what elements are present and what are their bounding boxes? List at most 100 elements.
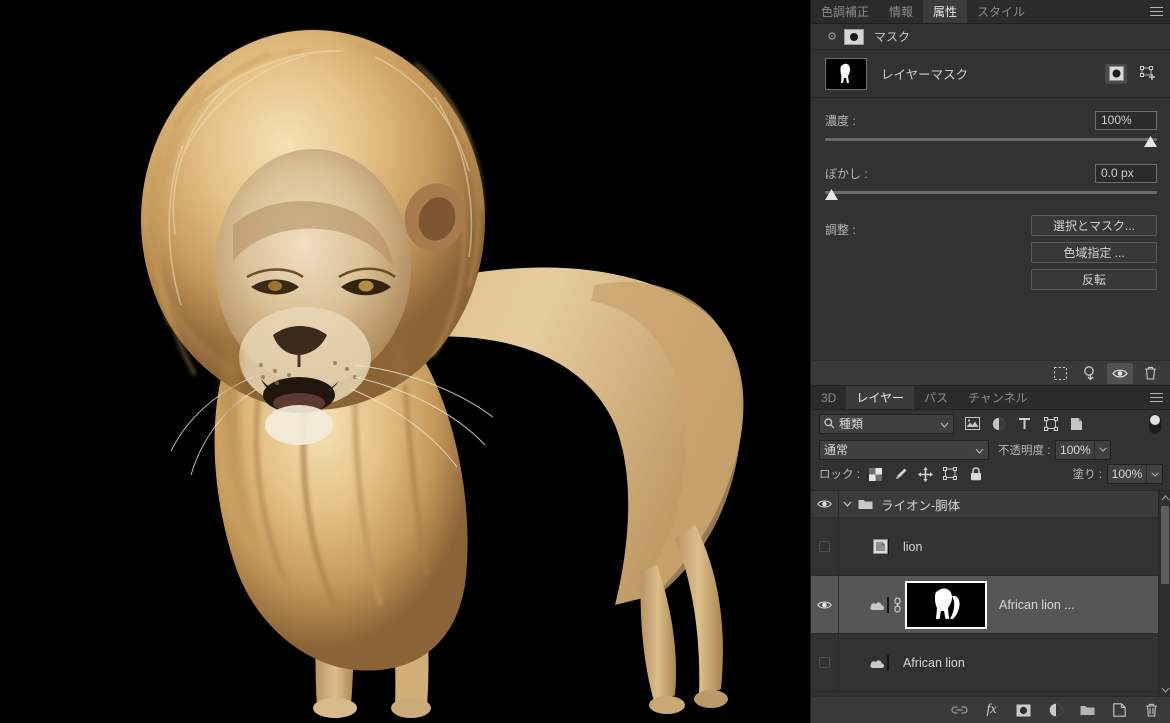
lion-cutout-thumbnail[interactable] [873, 538, 889, 555]
smart-object-badge-icon [873, 538, 888, 554]
density-label: 濃度 : [825, 113, 856, 128]
filter-kind-select[interactable]: 種類 [819, 413, 954, 434]
right-dock: 色調補正 情報 属性 スタイル ⚙ マスク レイヤーマスク 濃度: 100% … [810, 0, 1170, 723]
link-layers-icon[interactable] [950, 701, 969, 720]
chevron-down-icon[interactable] [1159, 683, 1170, 696]
tab-channels[interactable]: チャンネル [958, 386, 1038, 409]
table-row[interactable]: African lion ... [811, 576, 1170, 634]
layers-panel: 3D レイヤー パス チャンネル 種類 通常 不透明度: 100% ロック:… [811, 385, 1170, 723]
chevron-down-icon [975, 443, 984, 457]
fill-value[interactable]: 100% [1108, 465, 1146, 483]
lock-artboard-nesting-icon[interactable] [943, 466, 959, 482]
filter-toggle-switch[interactable] [1149, 413, 1161, 434]
lion-artwork [141, 30, 744, 718]
apply-mask-icon[interactable] [1077, 363, 1103, 384]
layer-visibility-toggle[interactable] [811, 634, 839, 691]
pixel-mask-icon[interactable] [1105, 63, 1127, 84]
white-lion-silhouette-mask[interactable] [903, 579, 989, 630]
layer-name[interactable]: African lion [903, 656, 965, 670]
tab-properties[interactable]: 属性 [923, 0, 968, 23]
mask-selection-corners [903, 579, 989, 630]
lock-all-icon[interactable] [968, 466, 984, 482]
layer-group-name: ライオン-胴体 [881, 498, 961, 513]
fill-label: 塗り : [1072, 469, 1102, 481]
new-group-icon[interactable] [1078, 701, 1097, 720]
tab-paths[interactable]: パス [913, 386, 958, 409]
chevron-down-icon[interactable] [839, 501, 855, 507]
select-and-mask-button[interactable]: 選択とマスク... [1031, 215, 1157, 236]
tab-color-adjustments[interactable]: 色調補正 [811, 0, 880, 23]
document-canvas[interactable] [0, 0, 810, 723]
delete-layer-icon[interactable] [1142, 701, 1161, 720]
color-range-button[interactable]: 色域指定 ... [1031, 242, 1157, 263]
feather-value-field[interactable]: 0.0 px [1095, 163, 1157, 183]
layer-thumbnail-wrap[interactable] [870, 654, 889, 671]
layer-visibility-toggle[interactable] [811, 576, 839, 633]
lock-row: ロック : 塗り: 100% [811, 462, 1170, 486]
layer-list-scrollbar[interactable] [1158, 491, 1170, 696]
table-row[interactable]: African lion [811, 634, 1170, 692]
density-slider[interactable] [825, 134, 1157, 148]
african-lion-photo-thumbnail[interactable] [870, 596, 889, 613]
layer-visibility-toggle[interactable] [811, 518, 839, 575]
opacity-value[interactable]: 100% [1056, 441, 1094, 459]
layer-name[interactable]: lion [903, 540, 922, 554]
lock-position-icon[interactable] [918, 466, 934, 482]
layer-thumbnail-wrap[interactable] [873, 538, 889, 555]
scrollbar-thumb[interactable] [1161, 506, 1169, 584]
tab-styles[interactable]: スタイル [967, 0, 1036, 23]
chevron-down-icon[interactable] [1094, 440, 1110, 459]
blend-mode-select[interactable]: 通常 [819, 439, 989, 460]
layer-filter-row: 種類 [811, 410, 1170, 437]
vector-mask-icon[interactable] [1137, 64, 1159, 84]
feather-slider-track [825, 191, 1157, 194]
blend-mode-row: 通常 不透明度 : 100% [811, 437, 1170, 462]
mask-breadcrumb-label: マスク [874, 30, 911, 44]
table-row[interactable]: lion [811, 518, 1170, 576]
link-icon: ⚙ [827, 31, 837, 43]
invert-button[interactable]: 反転 [1031, 269, 1157, 290]
add-layer-mask-icon[interactable] [1014, 701, 1033, 720]
african-lion-photo-thumbnail[interactable] [870, 654, 889, 671]
properties-panel-menu-button[interactable] [1147, 0, 1165, 23]
chevron-down-icon[interactable] [1146, 465, 1162, 483]
layers-panel-menu-button[interactable] [1147, 386, 1165, 409]
layer-thumbnail-wrap[interactable] [870, 596, 889, 613]
chevron-up-icon[interactable] [1159, 491, 1170, 504]
feather-label: ぼかし : [825, 166, 868, 181]
layer-mask-row[interactable]: レイヤーマスク [811, 50, 1170, 98]
feather-slider[interactable] [825, 187, 1157, 201]
layer-mask-thumbnail[interactable] [825, 57, 867, 90]
properties-body: ⚙ マスク レイヤーマスク 濃度: 100% ぼかし: 0.0 px 調整 … [811, 24, 1170, 385]
delete-mask-icon[interactable] [1137, 363, 1163, 384]
tab-info[interactable]: 情報 [879, 0, 924, 23]
filter-adjustment-icon[interactable] [990, 415, 1007, 432]
layer-style-fx-icon[interactable]: fx [982, 701, 1001, 720]
properties-tabbar: 色調補正 情報 属性 スタイル [811, 0, 1170, 24]
eye-hidden-icon [819, 657, 830, 668]
load-selection-icon[interactable] [1047, 363, 1073, 384]
filter-type-icon[interactable] [1016, 415, 1033, 432]
toggle-mask-visibility-icon[interactable] [1107, 362, 1133, 384]
new-layer-icon[interactable] [1110, 701, 1129, 720]
mask-link-icon[interactable] [889, 596, 905, 613]
opacity-stepper[interactable]: 100% [1055, 439, 1112, 460]
group-visibility-toggle[interactable] [811, 491, 839, 517]
filter-smart-object-icon[interactable] [1068, 415, 1085, 432]
new-adjustment-layer-icon[interactable] [1046, 701, 1065, 720]
layer-group-row[interactable]: ライオン-胴体 [811, 491, 1170, 518]
tab-layers[interactable]: レイヤー [846, 386, 914, 409]
hamburger-menu-icon [1149, 393, 1163, 402]
layer-list[interactable]: ライオン-胴体 lion African lion ... African li… [811, 490, 1170, 696]
filter-pixel-icon[interactable] [964, 415, 981, 432]
mask-chip-icon [844, 28, 864, 45]
eye-hidden-icon [819, 541, 830, 552]
tab-3d[interactable]: 3D [811, 386, 847, 409]
lock-transparency-icon[interactable] [868, 466, 884, 482]
layer-name[interactable]: African lion ... [999, 598, 1075, 612]
density-value-field[interactable]: 100% [1095, 110, 1157, 130]
filter-shape-icon[interactable] [1042, 415, 1059, 432]
layer-mask-label: レイヤーマスク [881, 68, 969, 82]
lock-image-pixels-icon[interactable] [893, 466, 909, 482]
fill-stepper[interactable]: 100% [1107, 464, 1163, 484]
